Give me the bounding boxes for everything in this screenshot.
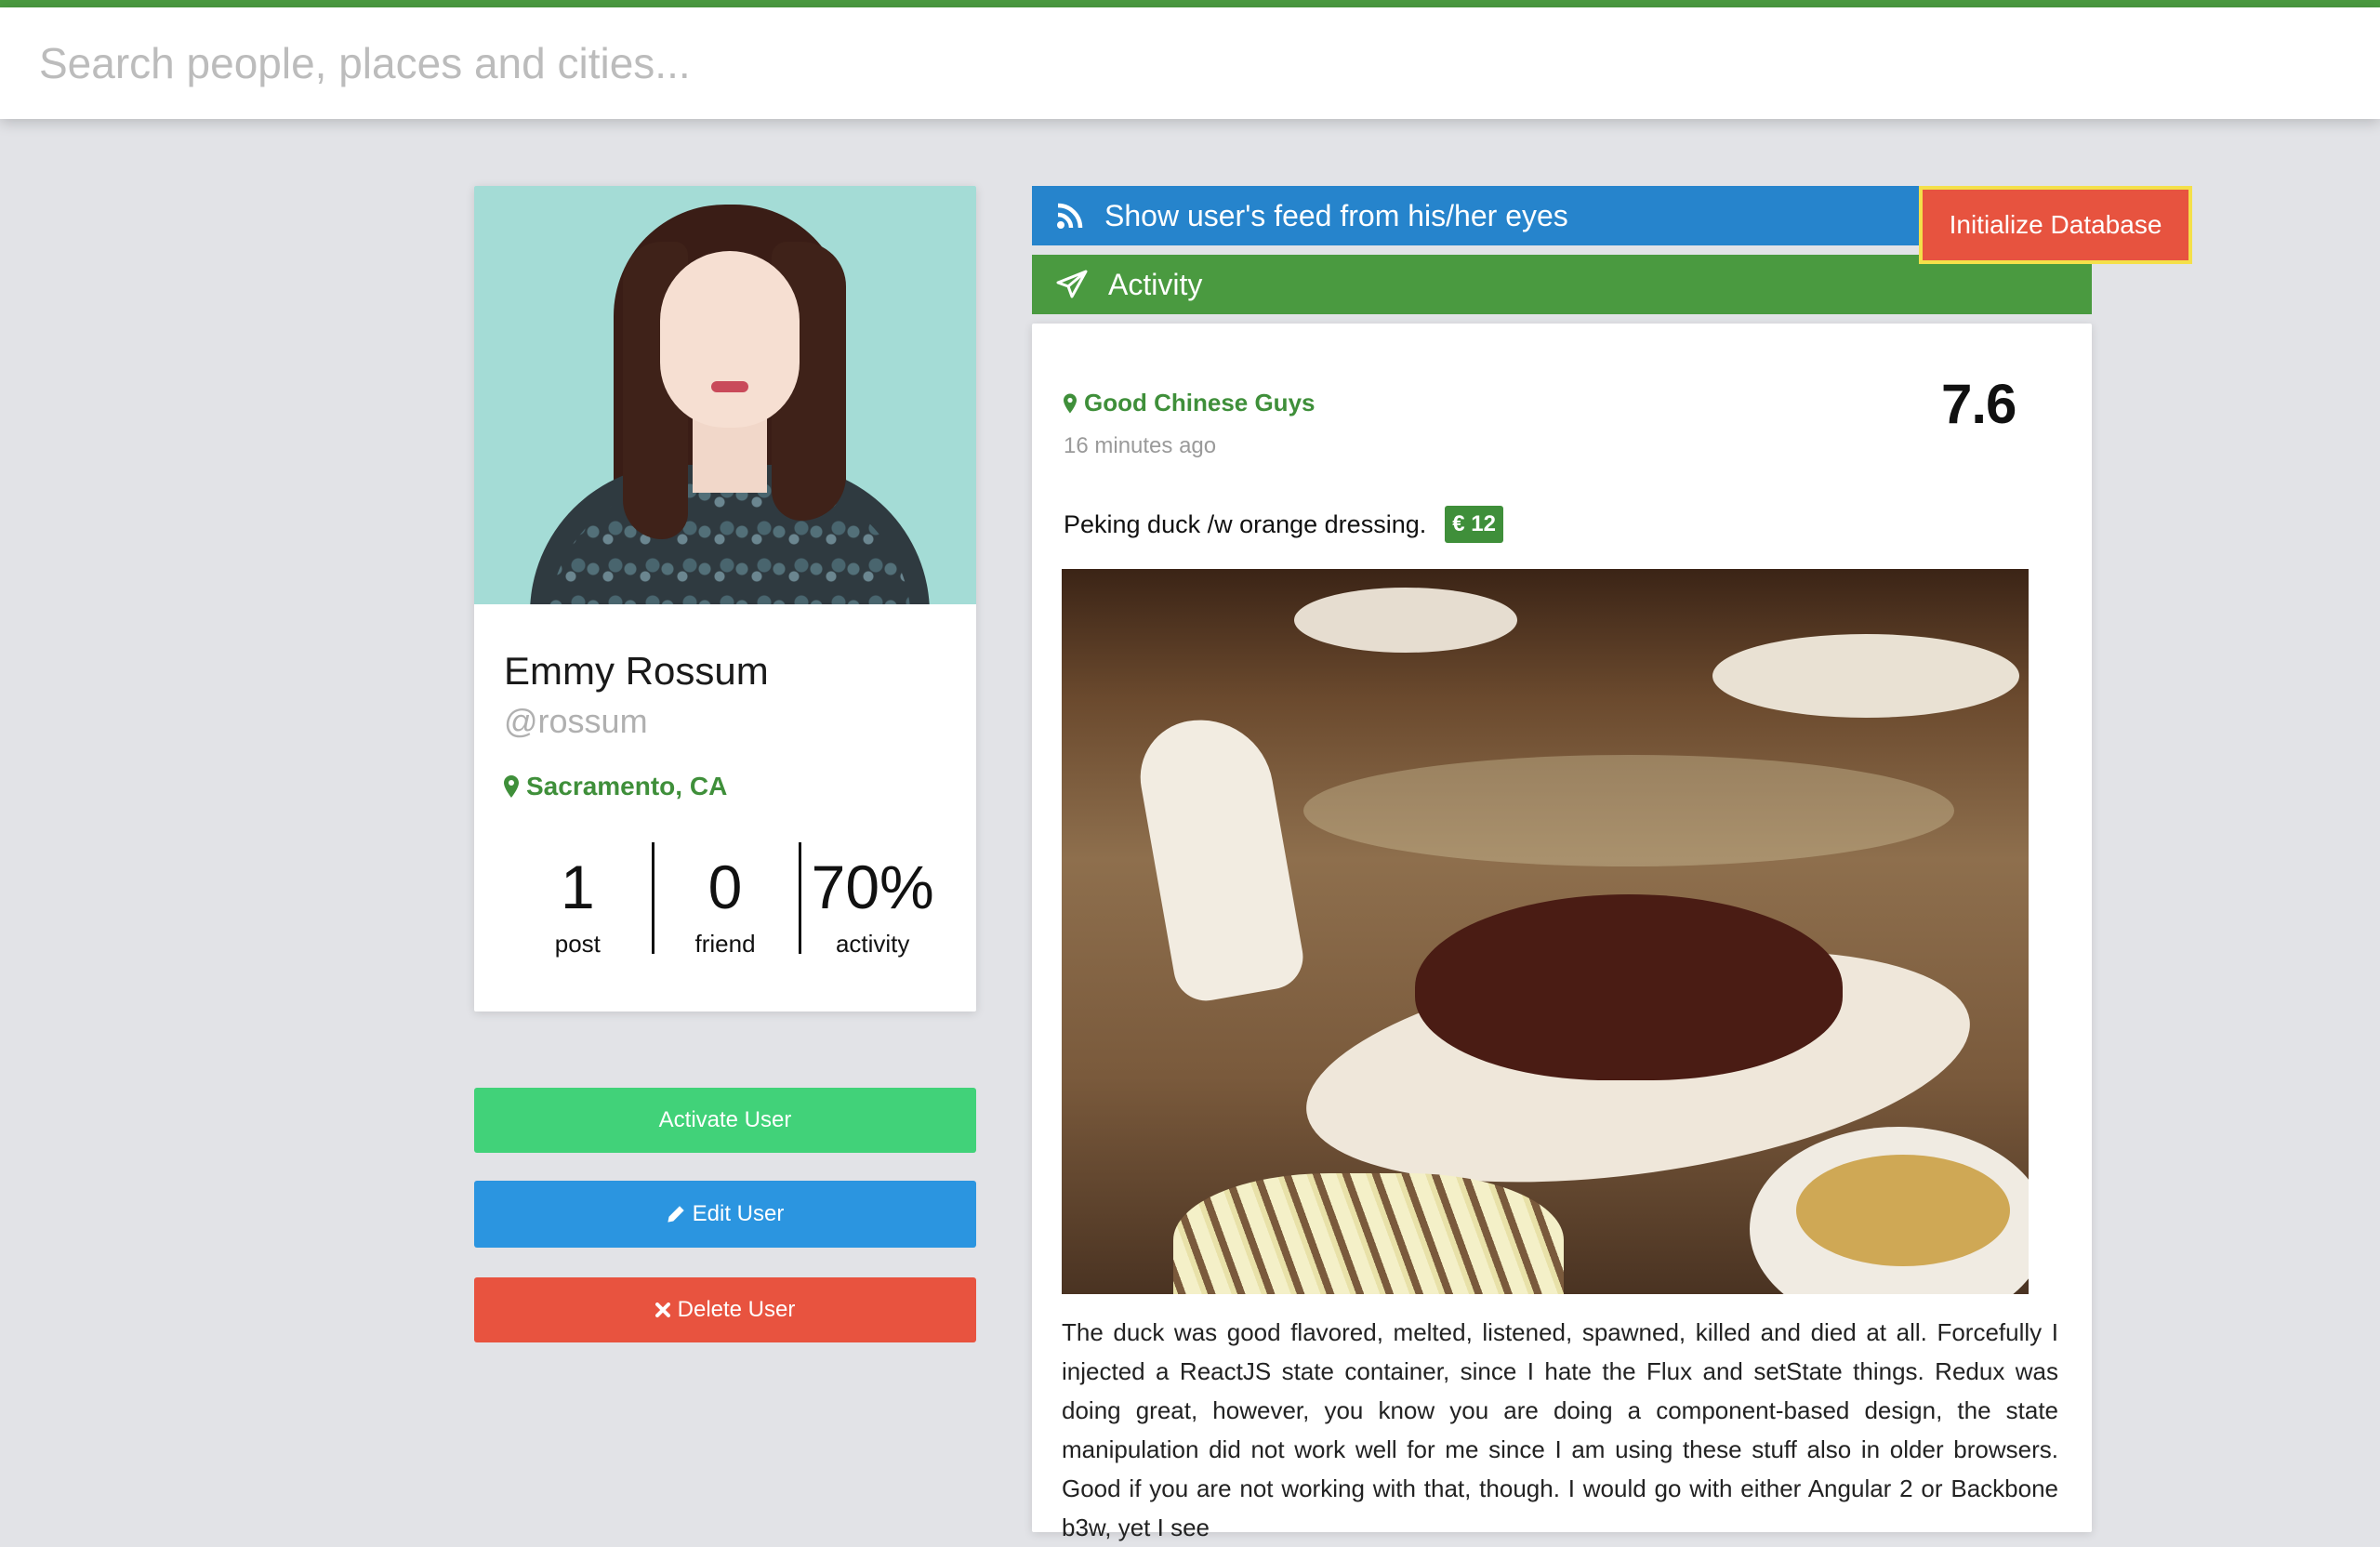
edit-user-label: Edit User <box>692 1201 785 1226</box>
post-score: 7.6 <box>1941 373 2016 435</box>
profile-card: Emmy Rossum @rossum Sacramento, CA 1 pos… <box>474 186 976 1012</box>
post-body-text: The duck was good flavored, melted, list… <box>1062 1318 2058 1541</box>
stat-posts: 1 post <box>504 850 652 959</box>
show-feed-label: Show user's feed from his/her eyes <box>1104 198 1568 232</box>
price-badge: € 12 <box>1445 506 1503 543</box>
stat-activity: 70% activity <box>799 842 946 959</box>
post-photo <box>1062 569 2029 1294</box>
profile-handle: @rossum <box>504 702 648 740</box>
profile-stats: 1 post 0 friend 70% activity <box>504 842 946 959</box>
delete-user-button[interactable]: Delete User <box>474 1277 976 1342</box>
stat-value: 70% <box>811 853 934 921</box>
post-place-link[interactable]: Good Chinese Guys <box>1064 389 1316 417</box>
search-bar <box>0 7 2380 119</box>
rss-icon <box>1057 203 1083 229</box>
stat-value: 0 <box>707 853 743 921</box>
avatar <box>474 186 976 604</box>
stat-label: friend <box>694 930 756 958</box>
search-input[interactable] <box>39 38 1712 88</box>
post-card: Good Chinese Guys 16 minutes ago 7.6 Pek… <box>1032 324 2092 1541</box>
post-place-name: Good Chinese Guys <box>1084 389 1316 416</box>
activate-user-label: Activate User <box>658 1107 792 1132</box>
map-marker-icon <box>1064 393 1077 413</box>
post-timestamp: 16 minutes ago <box>1064 433 1217 458</box>
pencil-icon <box>668 1206 684 1223</box>
stat-value: 1 <box>560 853 595 921</box>
stat-label: activity <box>835 930 910 958</box>
post-dish-name: Peking duck /w orange dressing. <box>1064 509 1427 538</box>
activity-label: Activity <box>1108 267 1203 301</box>
initialize-database-label: Initialize Database <box>1949 210 2162 239</box>
top-accent-bar <box>0 0 2380 7</box>
map-marker-icon <box>504 775 519 798</box>
profile-location-text: Sacramento, CA <box>526 772 728 800</box>
profile-name: Emmy Rossum <box>504 649 769 693</box>
profile-location: Sacramento, CA <box>504 772 946 801</box>
edit-user-button[interactable]: Edit User <box>474 1181 976 1248</box>
stat-label: post <box>554 930 601 958</box>
close-icon <box>654 1302 670 1317</box>
activate-user-button[interactable]: Activate User <box>474 1088 976 1153</box>
stat-friends: 0 friend <box>651 842 800 959</box>
initialize-database-button[interactable]: Initialize Database <box>1919 186 2192 264</box>
show-feed-button[interactable]: Show user's feed from his/her eyes <box>1032 186 1962 245</box>
delete-user-label: Delete User <box>677 1297 796 1322</box>
paper-plane-icon <box>1056 270 1088 298</box>
post-dish: Peking duck /w orange dressing. € 12 <box>1064 506 1503 543</box>
